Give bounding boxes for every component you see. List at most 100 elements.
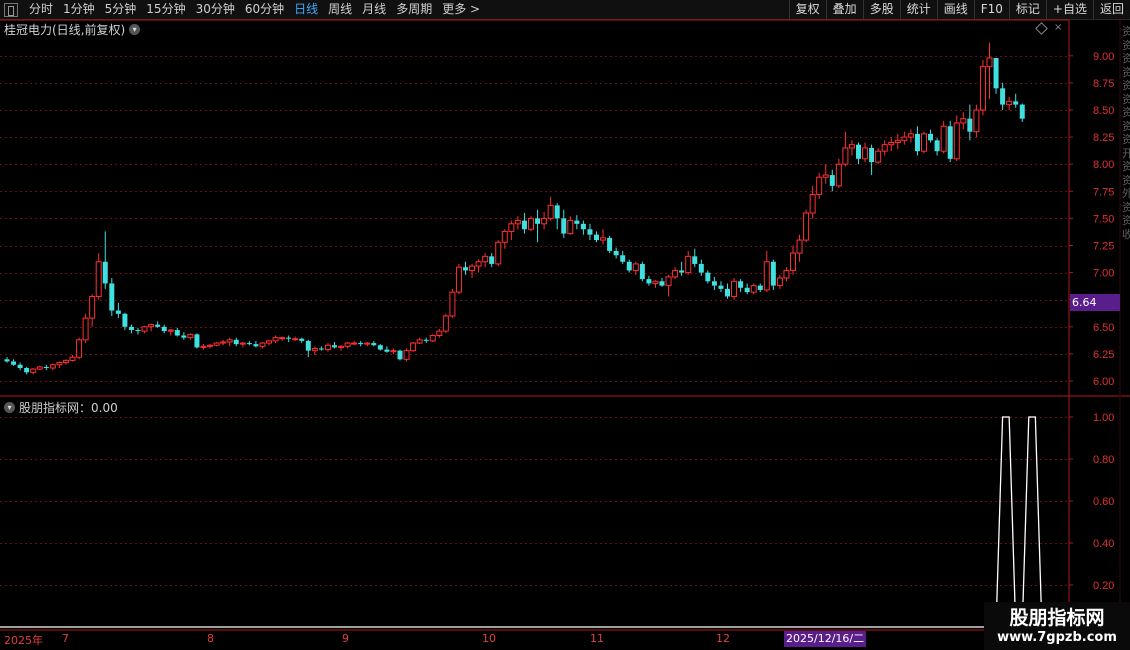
candle-body xyxy=(632,263,639,271)
candle-body xyxy=(403,350,410,360)
candle xyxy=(547,196,554,221)
candle xyxy=(128,324,134,334)
candle-body xyxy=(672,269,679,278)
candle xyxy=(259,341,266,349)
candle xyxy=(24,366,30,375)
date-axis: 2025年 7 8 9 10 11 12 2025/12/16/二 xyxy=(0,631,1130,648)
candle xyxy=(698,259,704,276)
indicator-line xyxy=(0,416,1055,628)
candle xyxy=(17,362,23,371)
chevron-down-icon[interactable]: ▾ xyxy=(4,402,15,413)
candle xyxy=(469,263,476,279)
candle xyxy=(711,276,717,290)
candle-body xyxy=(56,362,63,366)
candle xyxy=(194,333,200,349)
sidebar-collapsed-text[interactable]: 资资资资资资资资资开资资外资资收 xyxy=(1122,25,1130,395)
candle-body xyxy=(842,147,849,165)
kline-chart[interactable]: 9.008.758.508.258.007.757.507.257.006.75… xyxy=(0,0,1130,650)
candle xyxy=(725,283,730,299)
candle-body xyxy=(665,276,672,287)
candle-body xyxy=(1019,104,1025,119)
candle-body xyxy=(856,144,861,159)
candle-body xyxy=(286,337,292,339)
candle-body xyxy=(934,140,940,152)
candle xyxy=(829,169,835,192)
candle-body xyxy=(148,324,155,328)
candle-body xyxy=(463,267,468,271)
candle xyxy=(181,332,187,340)
candle xyxy=(953,115,960,161)
candle-body xyxy=(69,356,76,361)
candle xyxy=(934,138,940,156)
candle xyxy=(594,231,599,243)
candle-body xyxy=(89,295,96,319)
candle xyxy=(1000,82,1006,110)
candle-body xyxy=(324,344,331,351)
candle-body xyxy=(1013,101,1019,105)
candle xyxy=(744,283,750,295)
candle-body xyxy=(246,343,252,345)
candle xyxy=(757,283,763,293)
candle xyxy=(567,216,574,235)
candle xyxy=(561,209,567,238)
candle xyxy=(809,185,816,219)
candle-body xyxy=(30,368,37,373)
candle-body xyxy=(371,343,377,346)
candle xyxy=(770,259,776,290)
candle xyxy=(842,131,849,167)
candle xyxy=(338,345,345,351)
candle xyxy=(869,144,875,176)
candle xyxy=(626,259,632,273)
candle-body xyxy=(940,125,947,152)
candle xyxy=(763,250,770,293)
price-axis: 9.008.758.508.258.007.757.507.257.006.75… xyxy=(1069,51,1114,388)
candle xyxy=(102,231,108,289)
candle xyxy=(521,212,527,234)
candle-body xyxy=(115,310,121,314)
candle xyxy=(332,341,337,349)
candle xyxy=(109,278,115,316)
candle xyxy=(416,337,423,345)
date-label-month: 9 xyxy=(342,632,349,645)
candle-body xyxy=(967,118,973,132)
candle xyxy=(364,341,371,347)
candle xyxy=(36,365,43,371)
candle xyxy=(311,346,318,355)
candle xyxy=(731,278,738,300)
date-label-start: 2025年 xyxy=(4,634,43,647)
candle-body xyxy=(207,344,214,347)
candle-body xyxy=(894,139,901,144)
candle-body xyxy=(763,261,770,291)
candle-body xyxy=(181,335,187,338)
candle-body xyxy=(24,367,30,373)
candle xyxy=(141,325,148,334)
candle-body xyxy=(469,265,476,271)
candle-body xyxy=(220,341,227,344)
candle-body xyxy=(135,330,141,332)
candle-body xyxy=(914,133,920,152)
candle xyxy=(49,363,56,371)
candle-body xyxy=(43,366,49,368)
candle xyxy=(4,357,10,363)
candle xyxy=(679,261,685,276)
candle xyxy=(239,341,246,348)
candle-body xyxy=(547,204,554,219)
chevron-down-icon[interactable]: ▾ xyxy=(129,24,141,35)
close-icon[interactable]: × xyxy=(1054,22,1062,33)
candle xyxy=(652,280,659,288)
candle xyxy=(371,340,377,347)
candle-body xyxy=(973,109,980,133)
candle xyxy=(233,337,239,347)
axis-tick-label: 7.50 xyxy=(1093,213,1114,225)
candle xyxy=(796,234,803,262)
candle-body xyxy=(390,350,397,353)
candle-body xyxy=(659,281,665,286)
candle xyxy=(894,133,901,150)
axis-tick-label: 6.00 xyxy=(1093,376,1114,388)
candle-body xyxy=(652,280,659,284)
candle-body xyxy=(692,256,698,264)
candle xyxy=(803,209,810,243)
candle-body xyxy=(122,313,128,327)
candle xyxy=(253,340,259,348)
candle xyxy=(692,248,698,268)
